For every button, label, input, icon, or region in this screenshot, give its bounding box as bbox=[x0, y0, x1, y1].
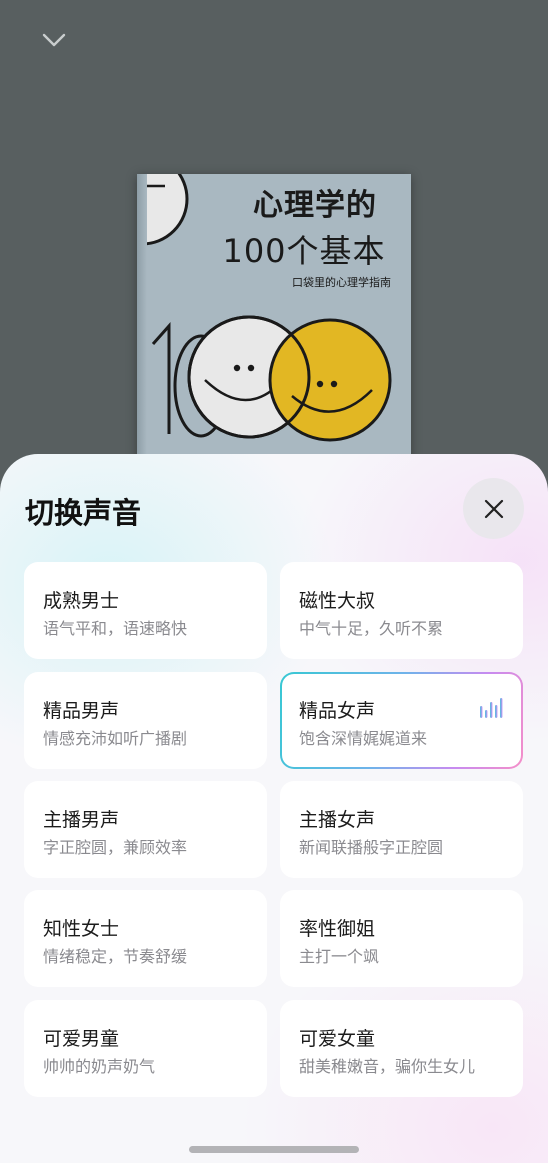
voice-description: 情绪稳定，节奏舒缓 bbox=[43, 947, 188, 966]
voice-name: 可爱男童 bbox=[43, 1028, 120, 1050]
book-subtitle: 口袋里的心理学指南 bbox=[292, 276, 391, 289]
close-icon bbox=[484, 499, 503, 518]
voice-description: 新闻联播般字正腔圆 bbox=[299, 838, 444, 857]
sheet-title: 切换声音 bbox=[25, 496, 142, 530]
voice-option-cute-girl[interactable]: 可爱女童 甜美稚嫩音，骗你生女儿 bbox=[280, 1000, 523, 1097]
collapse-button[interactable] bbox=[38, 26, 70, 54]
voice-name: 成熟男士 bbox=[43, 590, 120, 612]
voice-option-anchor-male[interactable]: 主播男声 字正腔圆，兼顾效率 bbox=[24, 781, 267, 878]
voice-description: 语气平和，语速略快 bbox=[43, 619, 188, 638]
voice-option-premium-male[interactable]: 精品男声 情感充沛如听广播剧 bbox=[24, 672, 267, 769]
voice-switch-sheet: 切换声音 成熟男士 语气平和，语速略快 磁性大叔 中气十足，久听不累 精品男声 … bbox=[0, 454, 548, 1163]
voice-description: 甜美稚嫩音，骗你生女儿 bbox=[299, 1057, 476, 1076]
close-button[interactable] bbox=[463, 478, 524, 539]
voice-description: 主打一个飒 bbox=[299, 947, 380, 966]
voice-description: 饱含深情娓娓道来 bbox=[299, 729, 428, 748]
voice-name: 精品女声 bbox=[299, 700, 376, 722]
voice-name: 精品男声 bbox=[43, 700, 120, 722]
voice-name: 主播女声 bbox=[299, 809, 376, 831]
voice-name: 磁性大叔 bbox=[299, 590, 376, 612]
voice-option-magnetic-uncle[interactable]: 磁性大叔 中气十足，久听不累 bbox=[280, 562, 523, 659]
voice-option-cute-boy[interactable]: 可爱男童 帅帅的奶声奶气 bbox=[24, 1000, 267, 1097]
voice-name: 可爱女童 bbox=[299, 1028, 376, 1050]
book-cover: 心理学的 100个基本 口袋里的心理学指南 bbox=[137, 174, 411, 474]
book-spine bbox=[137, 174, 147, 474]
voice-description: 情感充沛如听广播剧 bbox=[43, 729, 188, 748]
voice-name: 率性御姐 bbox=[299, 918, 376, 940]
voice-description: 字正腔圆，兼顾效率 bbox=[43, 838, 188, 857]
voice-option-mature-male[interactable]: 成熟男士 语气平和，语速略快 bbox=[24, 562, 267, 659]
voice-option-anchor-female[interactable]: 主播女声 新闻联播般字正腔圆 bbox=[280, 781, 523, 878]
voice-description: 中气十足，久听不累 bbox=[299, 619, 444, 638]
book-title-line1: 心理学的 bbox=[253, 188, 377, 223]
voice-option-bold-lady[interactable]: 率性御姐 主打一个飒 bbox=[280, 890, 523, 987]
book-title-line2: 100个基本 bbox=[222, 232, 386, 270]
voice-name: 主播男声 bbox=[43, 809, 120, 831]
voice-option-premium-female[interactable]: 精品女声 饱含深情娓娓道来 bbox=[280, 672, 523, 769]
home-indicator[interactable] bbox=[189, 1146, 359, 1153]
voice-description: 帅帅的奶声奶气 bbox=[43, 1057, 156, 1076]
voice-name: 知性女士 bbox=[43, 918, 120, 940]
chevron-down-icon bbox=[42, 33, 66, 47]
equalizer-icon bbox=[480, 698, 503, 718]
voice-option-intellectual-female[interactable]: 知性女士 情绪稳定，节奏舒缓 bbox=[24, 890, 267, 987]
